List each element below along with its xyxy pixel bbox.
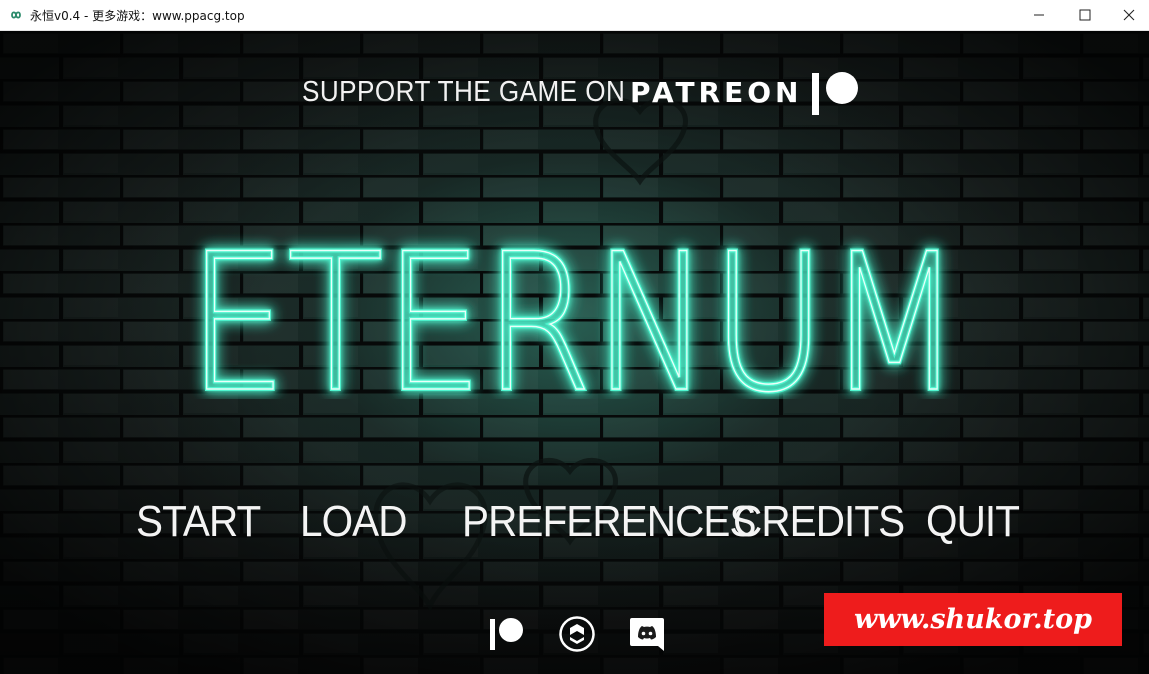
infinity-icon [11,11,21,19]
patreon-wordmark: PATREON [630,76,803,109]
watermark-banner: www.shukor.top [824,593,1122,646]
preferences-button[interactable]: PREFERENCES [462,497,756,547]
credits-button[interactable]: CREDITS [733,497,905,547]
maximize-icon [1079,9,1091,21]
eternum-title-core: ETERNUM [188,229,963,399]
patreon-support-banner[interactable]: SUPPORT THE GAME ON PATREON [302,71,862,119]
main-menu-screen: SUPPORT THE GAME ON PATREON ETERNUM ETER… [0,31,1149,674]
minimize-icon [1034,14,1044,16]
start-button[interactable]: START [136,497,261,547]
subscribestar-icon [559,616,595,652]
patreon-icon [490,618,523,650]
load-button[interactable]: LOAD [300,497,407,547]
maximize-button[interactable] [1062,0,1108,30]
close-button[interactable] [1108,0,1149,30]
close-icon [1123,9,1134,21]
subscribestar-link-button[interactable] [558,615,596,653]
eternum-neon-logo: ETERNUM ETERNUM [186,229,965,399]
support-text: SUPPORT THE GAME ON [302,76,626,108]
patreon-link-button[interactable] [488,615,526,653]
game-window: 永恒v0.4 - 更多游戏：www.ppacg.top SUPPORT THE … [0,0,1149,674]
quit-button[interactable]: QUIT [926,497,1020,547]
watermark-text: www.shukor.top [853,604,1093,635]
patreon-icon [812,72,858,115]
minimize-button[interactable] [1016,0,1062,30]
discord-icon [630,618,664,651]
discord-link-button[interactable] [628,615,666,653]
window-title: 永恒v0.4 - 更多游戏：www.ppacg.top [30,9,245,23]
title-bar: 永恒v0.4 - 更多游戏：www.ppacg.top [0,0,1149,31]
